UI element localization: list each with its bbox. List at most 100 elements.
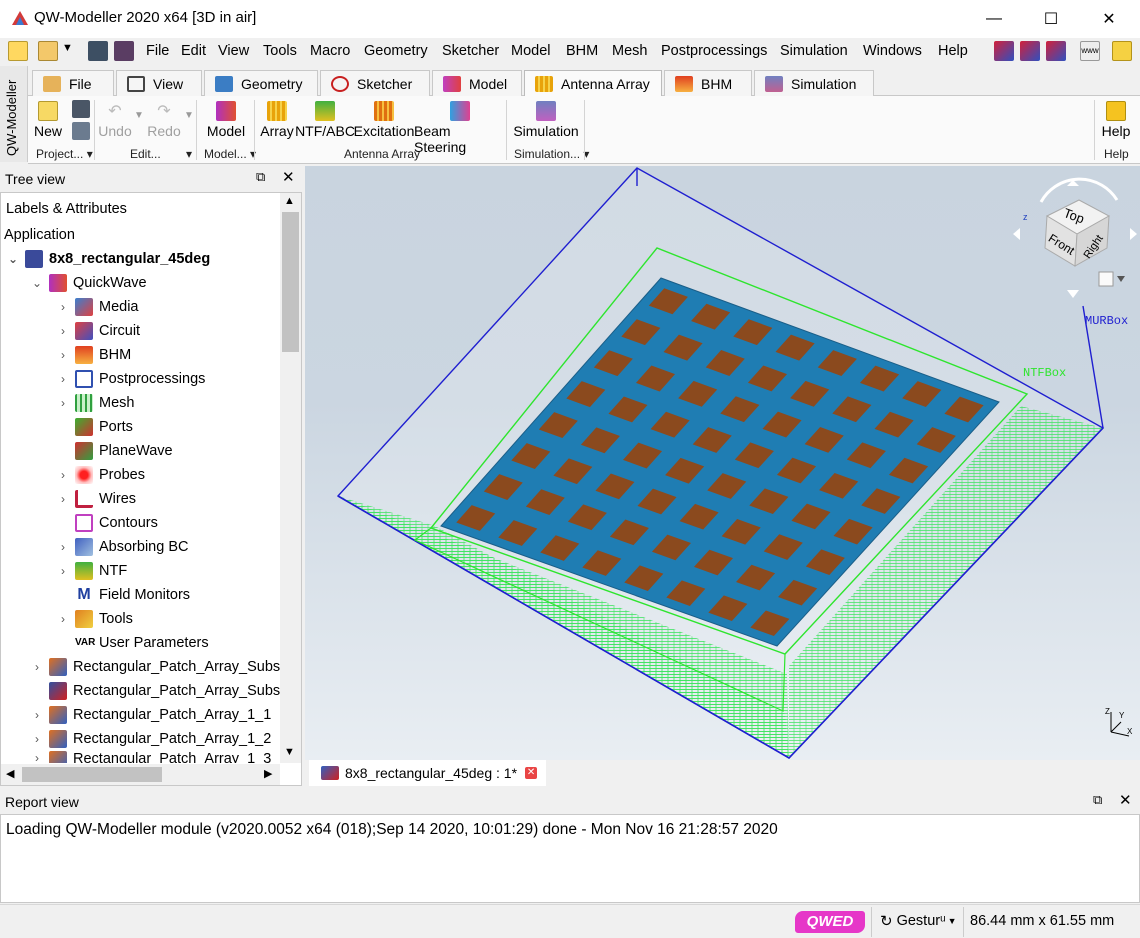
tree-object-substrate-2[interactable]: Rectangular_Patch_Array_Subst [31, 679, 284, 703]
gesture-dropdown[interactable]: ↻ Gesturᵘ ▼ [880, 912, 957, 930]
tree-horizontal-scroll-thumb[interactable] [22, 767, 162, 782]
undo-button[interactable]: ↶ Undo [96, 96, 134, 139]
menu-model[interactable]: Model [511, 43, 551, 59]
close-tab-icon[interactable]: ✕ [525, 767, 538, 779]
tree-quickwave-node[interactable]: ⌄ QuickWave [31, 271, 147, 295]
tree-object-patch-1-2[interactable]: › Rectangular_Patch_Array_1_2 [31, 727, 271, 751]
save-as-project-icon[interactable] [72, 122, 90, 140]
minimize-icon[interactable]: — [971, 0, 1017, 38]
tree-item-ntf[interactable]: › NTF [57, 559, 127, 583]
save-project-icon[interactable] [72, 100, 90, 118]
rotate-right-icon[interactable] [1130, 228, 1137, 240]
excitation-button[interactable]: Excitation [354, 96, 414, 139]
tab-model[interactable]: Model [432, 70, 522, 96]
view-cube[interactable]: Top Front Right z [1013, 172, 1139, 302]
menu-macro[interactable]: Macro [310, 43, 350, 59]
save-icon[interactable] [88, 41, 108, 61]
tree-vertical-scroll-thumb[interactable] [282, 212, 299, 352]
group-edit-label[interactable]: Edit... ▾ [130, 147, 192, 161]
chevron-right-icon: › [61, 492, 65, 506]
ntf-abc-button[interactable]: NTF/ABC [295, 96, 355, 139]
tab-file[interactable]: File [32, 70, 114, 96]
tree-item-circuit[interactable]: › Circuit [57, 319, 140, 343]
array-button[interactable]: Array [258, 96, 296, 139]
tree-item-postprocessings[interactable]: › Postprocessings [57, 367, 205, 391]
tree-item-contours[interactable]: Contours [57, 511, 158, 535]
scroll-down-icon[interactable]: ▼ [284, 746, 295, 758]
group-project-label[interactable]: Project... ▾ [36, 147, 93, 161]
simulation-button[interactable]: Simulation [512, 96, 580, 139]
tree-item-user-parameters[interactable]: VAR User Parameters [57, 631, 209, 655]
tree-item-probes[interactable]: › Probes [57, 463, 145, 487]
view-3d-icon[interactable] [994, 41, 1014, 61]
close-panel-icon[interactable]: ✕ [282, 168, 295, 186]
menu-help[interactable]: Help [938, 43, 968, 59]
tree-item-ports[interactable]: Ports [57, 415, 133, 439]
tree-object-patch-1-1[interactable]: › Rectangular_Patch_Array_1_1 [31, 703, 271, 727]
tree-item-mesh[interactable]: › Mesh [57, 391, 134, 415]
view-3d-third-icon[interactable] [1046, 41, 1066, 61]
redo-button[interactable]: ↷ Redo [144, 96, 184, 139]
menu-mesh[interactable]: Mesh [612, 43, 647, 59]
undo-dropdown-icon[interactable]: ▼ [134, 110, 144, 121]
menu-windows[interactable]: Windows [863, 43, 922, 59]
beam-steering-button[interactable]: Beam Steering [414, 96, 506, 155]
tree-object-substrate[interactable]: › Rectangular_Patch_Array_Subst [31, 655, 284, 679]
menu-simulation[interactable]: Simulation [780, 43, 848, 59]
tab-bhm[interactable]: BHM [664, 70, 752, 96]
tree-object-patch-1-3[interactable]: › Rectangular_Patch_Array_1_3 [31, 751, 271, 763]
menu-sketcher[interactable]: Sketcher [442, 43, 499, 59]
new-file-icon[interactable] [8, 41, 28, 61]
rotate-left-icon[interactable] [1013, 228, 1020, 240]
tree-item-wires[interactable]: › Wires [57, 487, 136, 511]
menu-geometry[interactable]: Geometry [364, 43, 428, 59]
open-folder-icon[interactable] [38, 41, 58, 61]
web-icon[interactable]: www [1080, 41, 1100, 61]
sidebar-tab-qw-modeller[interactable]: QW-Modeller [0, 66, 28, 162]
chevron-down-icon[interactable]: ▼ [62, 42, 73, 54]
menu-tools[interactable]: Tools [263, 43, 297, 59]
tree-item-media[interactable]: › Media [57, 295, 139, 319]
3d-viewport[interactable]: MURBox NTFBox Top Front Right z YX Z [305, 166, 1140, 760]
group-simulation-label[interactable]: Simulation... ▾ [514, 147, 589, 161]
cube-menu-icon[interactable] [1117, 276, 1125, 282]
tab-antenna-array[interactable]: Antenna Array [524, 70, 662, 97]
help-quick-icon[interactable] [1112, 41, 1132, 61]
redo-dropdown-icon[interactable]: ▼ [184, 110, 194, 121]
new-button[interactable]: New [34, 96, 62, 139]
save-as-icon[interactable] [114, 41, 134, 61]
tree-item-absorbing-bc[interactable]: › Absorbing BC [57, 535, 188, 559]
tree-item-bhm[interactable]: › BHM [57, 343, 131, 367]
cube-home-icon[interactable] [1098, 271, 1114, 287]
close-panel-icon[interactable]: ✕ [1119, 791, 1132, 809]
view-3d-alt-icon[interactable] [1020, 41, 1040, 61]
tab-sketcher[interactable]: Sketcher [320, 70, 430, 96]
tree-item-planewave[interactable]: PlaneWave [57, 439, 173, 463]
scroll-right-icon[interactable]: ▶ [264, 767, 272, 780]
help-button[interactable]: Help [1100, 96, 1132, 139]
document-tab[interactable]: 8x8_rectangular_45deg : 1* ✕ [309, 760, 546, 786]
tab-view[interactable]: View [116, 70, 202, 96]
menu-bhm[interactable]: BHM [566, 43, 598, 59]
float-panel-icon[interactable]: ⧉ [256, 169, 265, 185]
bhm-icon [675, 75, 693, 92]
menu-edit[interactable]: Edit [181, 43, 206, 59]
tab-simulation[interactable]: Simulation [754, 70, 874, 96]
menu-postprocessings[interactable]: Postprocessings [661, 43, 767, 59]
group-model-label[interactable]: Model... ▾ [204, 147, 256, 161]
tab-geometry[interactable]: Geometry [204, 70, 318, 96]
orbit-ring[interactable] [1039, 177, 1119, 203]
close-icon[interactable]: ✕ [1086, 0, 1132, 38]
scroll-up-icon[interactable]: ▲ [284, 195, 295, 207]
menu-view[interactable]: View [218, 43, 249, 59]
maximize-icon[interactable]: ☐ [1028, 0, 1074, 38]
rotate-down-icon[interactable] [1067, 290, 1079, 298]
tree-item-field-monitors[interactable]: M Field Monitors [57, 583, 190, 607]
scroll-left-icon[interactable]: ◀ [6, 767, 14, 780]
model-button[interactable]: Model [204, 96, 248, 139]
tree-project-node[interactable]: ⌄ 8x8_rectangular_45deg [7, 247, 210, 271]
menu-file[interactable]: File [146, 43, 169, 59]
float-panel-icon[interactable]: ⧉ [1093, 792, 1102, 808]
tree-item-tools[interactable]: › Tools [57, 607, 133, 631]
report-view[interactable]: Loading QW-Modeller module (v2020.0052 x… [0, 814, 1140, 903]
